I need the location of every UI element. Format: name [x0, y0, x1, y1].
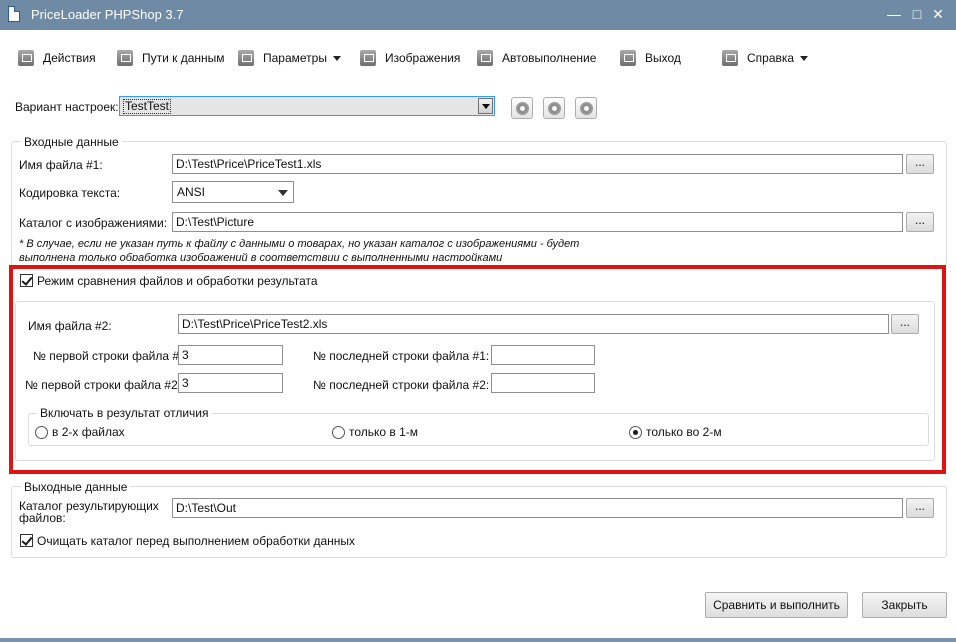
first-row-file1-label: № первой строки файла #1:: [33, 349, 190, 363]
close-button[interactable]: Закрыть: [862, 592, 947, 618]
menu-parameters-label: Параметры: [263, 51, 327, 65]
images-dir-browse-button[interactable]: ...: [906, 212, 934, 232]
radio-only-second-label: только во 2-м: [646, 425, 722, 439]
menu-parameters[interactable]: Параметры: [238, 48, 341, 68]
note-text: * В случае, если не указан путь к файлу …: [19, 237, 639, 261]
menu-images[interactable]: Изображения: [360, 48, 460, 68]
clock-icon: [477, 50, 493, 66]
menu-actions-label: Действия: [43, 51, 96, 65]
clear-dir-checkbox[interactable]: [20, 534, 33, 547]
app-document-icon: [8, 6, 20, 22]
compare-mode-checkbox[interactable]: [20, 274, 33, 287]
diff-options-title: Включать в результат отличия: [37, 406, 212, 420]
first-row-file2-input[interactable]: 3: [178, 373, 283, 393]
file2-label: Имя файла #2:: [28, 319, 112, 333]
toolbar-menu: Действия Пути к данным Параметры Изображ…: [0, 40, 956, 76]
caret-down-icon: [800, 55, 809, 61]
output-dir-label: Каталог результирующих файлов:: [19, 500, 159, 524]
encoding-label: Кодировка текста:: [19, 186, 121, 200]
checklist-icon: [18, 50, 34, 66]
first-row-file1-input[interactable]: 3: [178, 345, 283, 365]
maximize-button[interactable]: □: [907, 4, 927, 24]
last-row-file2-input[interactable]: [491, 373, 595, 393]
note-line-2: выполнена только обработка изображений в…: [19, 252, 503, 261]
menu-actions[interactable]: Действия: [18, 48, 96, 68]
file1-label: Имя файла #1:: [19, 158, 103, 172]
radio-both-files[interactable]: [35, 426, 48, 439]
minimize-button[interactable]: —: [884, 4, 904, 24]
window-title: PriceLoader PHPShop 3.7: [31, 7, 184, 22]
images-dir-input[interactable]: D:\Test\Picture: [172, 212, 903, 232]
file2-input[interactable]: D:\Test\Price\PriceTest2.xls: [178, 314, 889, 334]
variant-value: TestTest: [123, 99, 172, 114]
menu-help[interactable]: Справка: [722, 48, 809, 68]
radio-only-first[interactable]: [332, 426, 345, 439]
folder-icon: [117, 50, 133, 66]
gear-icon: [516, 102, 529, 115]
settings-gear-button-2[interactable]: [543, 97, 565, 119]
exit-icon: [620, 50, 636, 66]
clear-dir-label: Очищать каталог перед выполнением обрабо…: [37, 534, 356, 548]
radio-only-second[interactable]: [629, 426, 642, 439]
encoding-value: ANSI: [177, 185, 206, 199]
gear-icon: [580, 102, 593, 115]
radio-both-files-label: в 2-х файлах: [52, 425, 125, 439]
gear-icon: [238, 50, 254, 66]
file2-browse-button[interactable]: ...: [891, 314, 919, 334]
radio-only-first-label: только в 1-м: [349, 425, 419, 439]
settings-gear-button-1[interactable]: [511, 97, 533, 119]
last-row-file1-label: № последней строки файла #1:: [313, 349, 490, 363]
close-window-button[interactable]: ✕: [928, 4, 948, 24]
file1-input[interactable]: D:\Test\Price\PriceTest1.xls: [172, 154, 903, 174]
settings-gear-button-3[interactable]: [575, 97, 597, 119]
menu-data-paths-label: Пути к данным: [142, 51, 225, 65]
menu-help-label: Справка: [747, 51, 795, 65]
encoding-select[interactable]: ANSI: [172, 181, 294, 203]
caret-down-icon: [332, 55, 341, 61]
menu-exit-label: Выход: [645, 51, 681, 65]
menu-autorun-label: Автовыполнение: [502, 51, 597, 65]
menu-data-paths[interactable]: Пути к данным: [117, 48, 225, 68]
images-dir-label: Каталог с изображениями:: [19, 216, 168, 230]
menu-exit[interactable]: Выход: [620, 48, 681, 68]
output-dir-input[interactable]: D:\Test\Out: [172, 498, 903, 518]
note-line-1: * В случае, если не указан путь к файлу …: [19, 238, 580, 250]
compare-mode-label: Режим сравнения файлов и обработки резул…: [37, 274, 318, 288]
gear-icon: [548, 102, 561, 115]
variant-select[interactable]: TestTest: [119, 96, 495, 116]
menu-images-label: Изображения: [385, 51, 461, 65]
first-row-file2-label: № первой строки файла #2:: [25, 378, 182, 392]
output-data-group-title: Выходные данные: [21, 480, 131, 494]
dropdown-arrow-icon[interactable]: [478, 98, 493, 114]
chevron-down-icon: [278, 190, 288, 196]
help-icon: [722, 50, 738, 66]
output-dir-browse-button[interactable]: ...: [906, 498, 934, 518]
last-row-file2-label: № последней строки файла #2:: [313, 378, 490, 392]
last-row-file1-input[interactable]: [491, 345, 595, 365]
window-bottom-border: [0, 638, 956, 642]
title-bar: PriceLoader PHPShop 3.7 — □ ✕: [0, 0, 956, 30]
compare-run-button[interactable]: Сравнить и выполнить: [705, 592, 848, 618]
output-dir-label-line2: файлов:: [19, 511, 66, 525]
image-icon: [360, 50, 376, 66]
variant-label: Вариант настроек:: [15, 100, 119, 114]
menu-autorun[interactable]: Автовыполнение: [477, 48, 596, 68]
input-data-group-title: Входные данные: [21, 135, 122, 149]
file1-browse-button[interactable]: ...: [906, 154, 934, 174]
